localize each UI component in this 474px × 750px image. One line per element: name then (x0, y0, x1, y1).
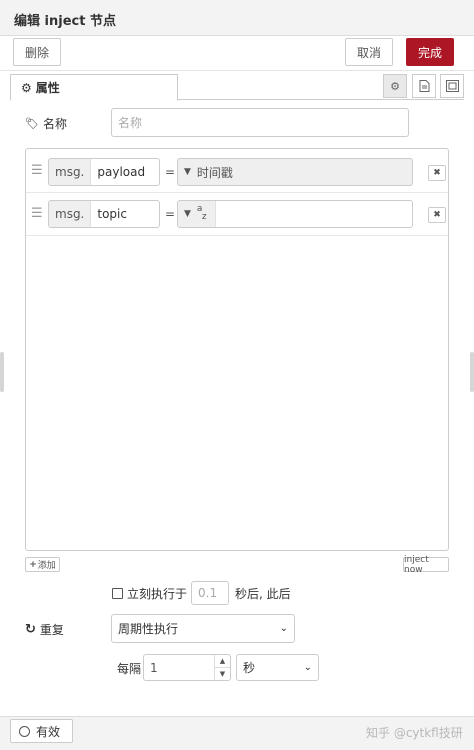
refresh-icon: ↻ (25, 622, 36, 637)
watermark: 知乎 @cytkfl技研 (366, 726, 463, 740)
image-frame-icon (445, 80, 459, 92)
repeat-label: ↻ 重复 (25, 621, 64, 638)
name-input[interactable]: 名称 (111, 108, 409, 137)
left-resize-handle[interactable] (0, 352, 4, 392)
name-label-text: 名称 (42, 117, 67, 131)
repeat-mode-select[interactable]: 周期性执行 ⌄ (111, 614, 295, 643)
equals-sign: = (165, 165, 176, 179)
type-select-label: 时间戳 (196, 165, 233, 180)
drag-handle-icon[interactable]: ☰ (31, 163, 43, 178)
caret-down-icon: ▼ (184, 167, 191, 177)
property-value-input[interactable]: ▼ a z (177, 200, 413, 228)
toolbar-divider (0, 70, 474, 71)
done-button[interactable]: 完成 (406, 38, 454, 66)
add-property-button[interactable]: + 添加 (25, 557, 60, 572)
tag-icon: 🏷 (25, 117, 39, 130)
tab-settings-button[interactable]: ⚙ (383, 74, 407, 98)
inject-now-button[interactable]: inject now (403, 555, 449, 575)
row-divider (26, 235, 448, 236)
name-input-placeholder: 名称 (118, 116, 143, 130)
gear-icon: ⚙ (390, 79, 400, 93)
file-icon (419, 80, 429, 92)
name-label: 🏷 名称 (25, 115, 67, 132)
remove-property-button[interactable]: ✖ (428, 165, 446, 181)
property-value-input[interactable]: ▼ 时间戳 (177, 158, 413, 186)
gear-icon: ⚙ (21, 80, 32, 95)
spinner-up-icon[interactable]: ▲ (215, 655, 230, 668)
repeat-mode-value: 周期性执行 (118, 622, 179, 636)
tab-description-button[interactable] (412, 74, 436, 98)
cancel-button[interactable]: 取消 (345, 38, 393, 66)
repeat-label-text: 重复 (39, 623, 64, 637)
right-resize-handle[interactable] (470, 352, 474, 392)
plus-icon: + (29, 559, 37, 570)
chevron-down-icon: ⌄ (279, 623, 288, 634)
string-type-icon: a z (196, 204, 207, 222)
property-key-value: topic (97, 207, 127, 221)
interval-value-input[interactable]: 1 ▲ ▼ (143, 654, 231, 681)
caret-down-icon: ▼ (184, 209, 191, 219)
equals-sign: = (165, 207, 176, 221)
interval-label: 每隔 (117, 662, 142, 676)
property-key-value: payload (97, 165, 146, 179)
once-delay-input[interactable]: 0.1 (191, 581, 229, 605)
enabled-toggle-button[interactable]: 有效 (10, 719, 73, 743)
tab-properties[interactable]: ⚙ 属性 (10, 74, 178, 101)
delete-button[interactable]: 删除 (13, 38, 61, 66)
once-delay-placeholder: 0.1 (198, 586, 218, 600)
interval-unit-value: 秒 (243, 661, 256, 675)
inject-once-label: 立刻执行于 (127, 587, 188, 601)
close-icon: ✖ (433, 168, 441, 178)
type-select[interactable]: ▼ 时间戳 (178, 159, 239, 185)
add-property-label: 添加 (37, 561, 56, 571)
close-icon: ✖ (433, 210, 441, 220)
property-key-input[interactable]: msg. payload (48, 158, 160, 186)
tray-title: 编辑 inject 节点 (14, 14, 116, 29)
property-key-input[interactable]: msg. topic (48, 200, 160, 228)
circle-icon (19, 725, 30, 737)
enabled-label: 有效 (36, 724, 61, 739)
msg-prefix: msg. (49, 201, 92, 227)
type-select[interactable]: ▼ a z (178, 201, 216, 227)
tab-appearance-button[interactable] (440, 74, 464, 98)
row-divider (26, 192, 448, 193)
chevron-down-icon: ⌄ (303, 662, 312, 673)
tab-properties-label: 属性 (35, 81, 60, 95)
interval-value: 1 (150, 660, 158, 675)
spinner-down-icon[interactable]: ▼ (215, 668, 230, 680)
interval-spinner[interactable]: ▲ ▼ (214, 655, 230, 680)
msg-prefix: msg. (49, 159, 92, 185)
property-value-text[interactable] (216, 201, 222, 227)
drag-handle-icon[interactable]: ☰ (31, 206, 43, 221)
once-delay-suffix: 秒后, 此后 (235, 587, 291, 601)
inject-once-checkbox[interactable] (112, 588, 123, 599)
interval-unit-select[interactable]: 秒 ⌄ (236, 654, 319, 681)
remove-property-button[interactable]: ✖ (428, 207, 446, 223)
